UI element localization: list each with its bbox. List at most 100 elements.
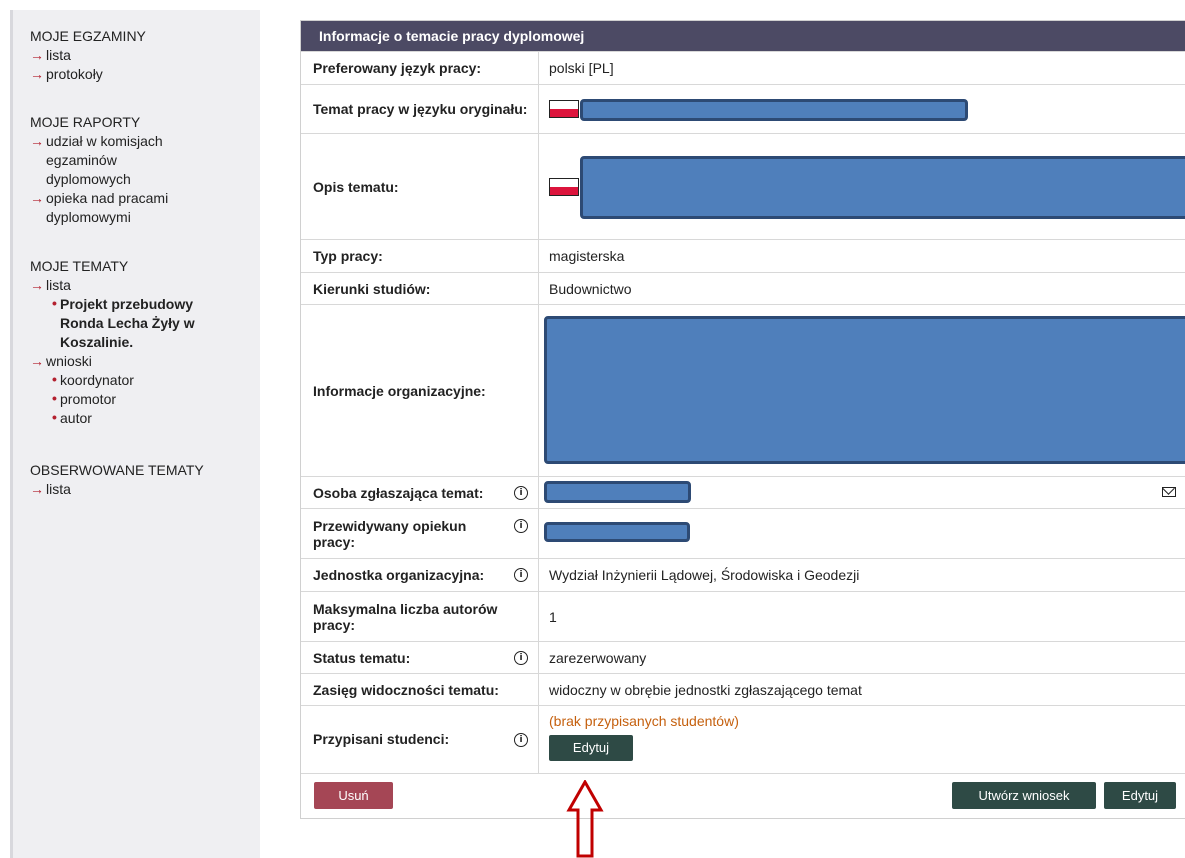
info-icon[interactable]: i <box>514 519 528 533</box>
row-label: Typ pracy: <box>301 239 539 273</box>
no-students-notice: (brak przypisanych studentów) <box>549 713 739 730</box>
row-label-text: Przypisani studenci: <box>313 731 450 748</box>
table-row: Opis tematu: <box>301 133 1185 240</box>
row-value: magisterska <box>538 239 1185 273</box>
row-value: Wydział Inżynierii Lądowej, Środowiska i… <box>538 558 1185 592</box>
table-row: Typ pracy: magisterska <box>301 239 1185 273</box>
sidebar-link-label: lista <box>46 481 71 497</box>
row-label: Informacje organizacyjne: <box>301 304 539 477</box>
row-value: polski [PL] <box>538 51 1185 85</box>
redacted-text <box>580 99 968 121</box>
topic-info-table: Preferowany język pracy: polski [PL] Tem… <box>301 51 1185 773</box>
redacted-text <box>580 156 1185 219</box>
bullet-icon: • <box>52 371 57 387</box>
redacted-text <box>544 481 691 503</box>
table-row: Maksymalna liczba autorów pracy: 1 <box>301 591 1185 642</box>
sidebar-link-label: dyplomowych <box>46 171 131 187</box>
polish-flag-icon <box>549 177 579 196</box>
table-row: Przypisani studenci: i (brak przypisanych… <box>301 705 1185 773</box>
sidebar-link-label: egzaminów <box>46 152 117 168</box>
table-row: Przewidywany opiekun pracy: i <box>301 508 1185 559</box>
sidebar-link-egzaminy-lista[interactable]: → lista <box>30 46 146 65</box>
row-label: Przypisani studenci: i <box>301 705 539 773</box>
row-label: Maksymalna liczba autorów pracy: <box>301 591 539 642</box>
arrow-right-icon: → <box>30 277 44 293</box>
sidebar-link-label: protokoły <box>46 66 103 82</box>
sidebar-link-obserwowane-lista[interactable]: → lista <box>30 480 204 499</box>
arrow-right-icon: → <box>30 353 44 369</box>
delete-button[interactable]: Usuń <box>314 781 393 809</box>
panel-footer: Usuń Utwórz wniosek Edytuj <box>301 772 1185 818</box>
sidebar-section-obserwowane: OBSERWOWANE TEMATY → lista <box>30 461 204 499</box>
row-value: 1 <box>538 591 1185 642</box>
sidebar-link-opieka[interactable]: → opieka nad pracami dyplomowymi <box>30 189 168 227</box>
edit-students-button[interactable]: Edytuj <box>549 735 633 762</box>
sidebar-link-koordynator[interactable]: • koordynator <box>30 371 195 390</box>
panel-title: Informacje o temacie pracy dyplomowej <box>301 21 1185 51</box>
row-label: Preferowany język pracy: <box>301 51 539 85</box>
arrow-right-icon: → <box>30 47 44 63</box>
sidebar-link-label: promotor <box>60 391 117 407</box>
row-label-text: Osoba zgłaszająca temat: <box>313 484 484 501</box>
sidebar-link-label: opieka nad pracami <box>46 190 169 206</box>
row-value <box>538 476 1185 509</box>
table-row: Zasięg widoczności tematu: widoczny w ob… <box>301 673 1185 706</box>
bullet-icon: • <box>52 390 57 406</box>
sidebar-link-label: koordynator <box>60 372 134 388</box>
sidebar-section-tematy: MOJE TEMATY → lista • Projekt przebudowy Ro… <box>30 257 195 428</box>
sidebar-section-egzaminy: MOJE EGZAMINY → lista → protokoły <box>30 27 146 84</box>
table-row: Temat pracy w języku oryginału: <box>301 84 1185 134</box>
row-label: Przewidywany opiekun pracy: i <box>301 508 539 559</box>
row-label-text: Przewidywany opiekun pracy: <box>313 517 467 550</box>
sidebar-link-label: lista <box>46 47 71 63</box>
topic-info-panel: Informacje o temacie pracy dyplomowej Pr… <box>300 20 1185 819</box>
sidebar-link-label: Projekt przebudowy <box>60 296 194 312</box>
row-label: Jednostka organizacyjna: i <box>301 558 539 592</box>
sidebar-section-raporty: MOJE RAPORTY → udział w komisjach egzaminó… <box>30 113 168 227</box>
table-row: Informacje organizacyjne: <box>301 304 1185 477</box>
row-label: Temat pracy w języku oryginału: <box>301 84 539 134</box>
sidebar-link-tematy-lista[interactable]: → lista <box>30 276 195 295</box>
sidebar-link-protokoly[interactable]: → protokoły <box>30 65 146 84</box>
info-icon[interactable]: i <box>514 486 528 500</box>
info-icon[interactable]: i <box>514 733 528 747</box>
row-value: (brak przypisanych studentów) Edytuj <box>538 705 1185 773</box>
edit-button[interactable]: Edytuj <box>1104 781 1176 809</box>
row-label-text: Maksymalna liczba autorów pracy: <box>313 600 498 633</box>
info-icon[interactable]: i <box>514 651 528 665</box>
sidebar-link-label: lista <box>46 277 71 293</box>
sidebar-link-label: dyplomowymi <box>46 209 131 225</box>
create-request-button[interactable]: Utwórz wniosek <box>952 781 1096 809</box>
table-row: Osoba zgłaszająca temat: i <box>301 476 1185 509</box>
annotation-arrow-up-icon <box>566 780 604 858</box>
sidebar-edge <box>10 10 13 858</box>
row-label: Osoba zgłaszająca temat: i <box>301 476 539 509</box>
info-icon[interactable]: i <box>514 568 528 582</box>
sidebar-current-topic[interactable]: • Projekt przebudowy Ronda Lecha Żyły w Kos… <box>30 295 195 352</box>
redacted-text <box>544 316 1185 464</box>
row-value <box>538 84 1185 134</box>
row-label: Opis tematu: <box>301 133 539 240</box>
arrow-right-icon: → <box>30 133 44 149</box>
row-value: zarezerwowany <box>538 641 1185 674</box>
table-row: Status tematu: i zarezerwowany <box>301 641 1185 674</box>
table-row: Jednostka organizacyjna: i Wydział Inżyni… <box>301 558 1185 592</box>
sidebar-heading: MOJE TEMATY <box>30 258 129 274</box>
sidebar-link-wnioski[interactable]: → wnioski <box>30 352 195 371</box>
row-value <box>538 508 1185 559</box>
row-label: Kierunki studiów: <box>301 272 539 305</box>
row-value: widoczny w obrębie jednostki zgłaszające… <box>538 673 1185 706</box>
bullet-icon: • <box>52 295 57 311</box>
sidebar-heading: OBSERWOWANE TEMATY <box>30 462 204 478</box>
table-row: Kierunki studiów: Budownictwo <box>301 272 1185 305</box>
sidebar-link-label: Koszalinie. <box>60 334 134 350</box>
sidebar-link-label: Ronda Lecha Żyły w <box>60 315 195 331</box>
sidebar-link-komisje[interactable]: → udział w komisjach egzaminów dyplomowych <box>30 132 168 189</box>
sidebar-link-autor[interactable]: • autor <box>30 409 195 428</box>
mail-icon[interactable] <box>1162 487 1176 497</box>
row-label: Status tematu: i <box>301 641 539 674</box>
row-label-text: Status tematu: <box>313 649 411 666</box>
row-label-text: Jednostka organizacyjna: <box>313 567 485 583</box>
sidebar-link-promotor[interactable]: • promotor <box>30 390 195 409</box>
polish-flag-icon <box>549 100 579 119</box>
